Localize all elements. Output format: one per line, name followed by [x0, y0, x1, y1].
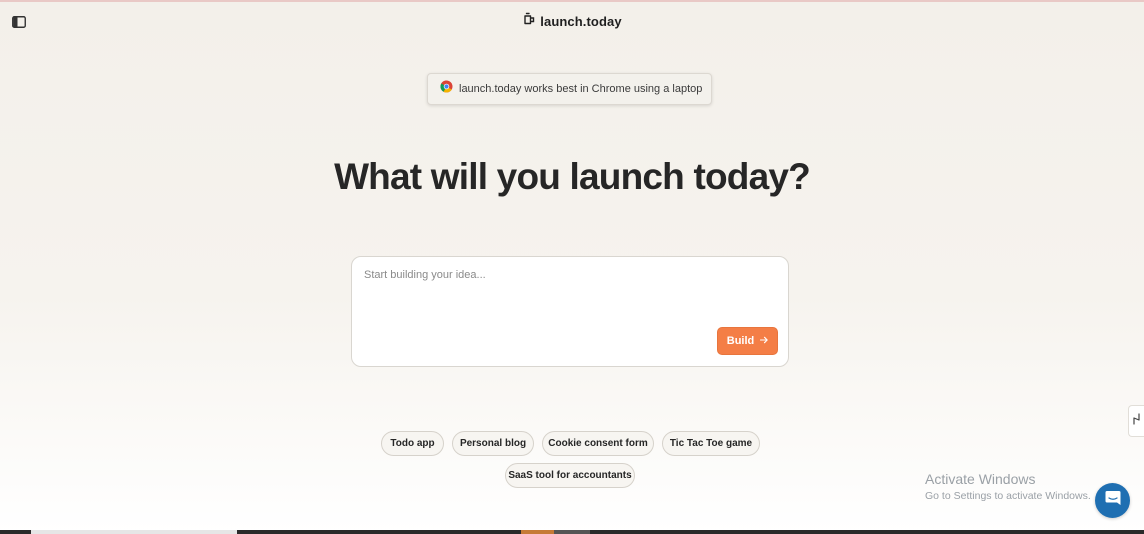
suggestion-chip-blog[interactable]: Personal blog	[452, 431, 534, 456]
side-panel-handle[interactable]	[1128, 405, 1144, 437]
brand-link[interactable]: launch.today	[522, 12, 622, 30]
rocket-icon	[522, 12, 535, 30]
suggestion-chip-tic-tac-toe[interactable]: Tic Tac Toe game	[662, 431, 760, 456]
taskbar-segment	[554, 530, 590, 534]
chrome-icon	[440, 80, 453, 98]
chat-support-button[interactable]	[1095, 483, 1130, 518]
page-title: What will you launch today?	[334, 156, 811, 197]
suggestion-chip-saas[interactable]: SaaS tool for accountants	[505, 463, 635, 488]
os-taskbar	[0, 530, 1144, 534]
browser-notice: launch.today works best in Chrome using …	[427, 73, 712, 105]
prompt-box: Build	[351, 256, 789, 367]
taskbar-segment	[31, 530, 237, 534]
squiggle-icon	[1132, 412, 1141, 431]
chat-icon	[1104, 489, 1122, 512]
brand: launch.today	[0, 12, 1144, 30]
idea-input[interactable]	[362, 267, 781, 326]
taskbar-segment	[521, 530, 554, 534]
brand-name: launch.today	[540, 13, 622, 29]
notice-text: launch.today works best in Chrome using …	[459, 83, 703, 95]
suggestion-chip-todo[interactable]: Todo app	[381, 431, 444, 456]
top-accent-line	[0, 0, 1144, 2]
build-label: Build	[726, 335, 755, 347]
arrow-right-icon	[760, 335, 768, 347]
build-button[interactable]: Build	[717, 327, 778, 355]
sidebar-toggle-icon[interactable]	[12, 15, 26, 28]
suggestion-chip-cookie-consent[interactable]: Cookie consent form	[542, 431, 654, 456]
